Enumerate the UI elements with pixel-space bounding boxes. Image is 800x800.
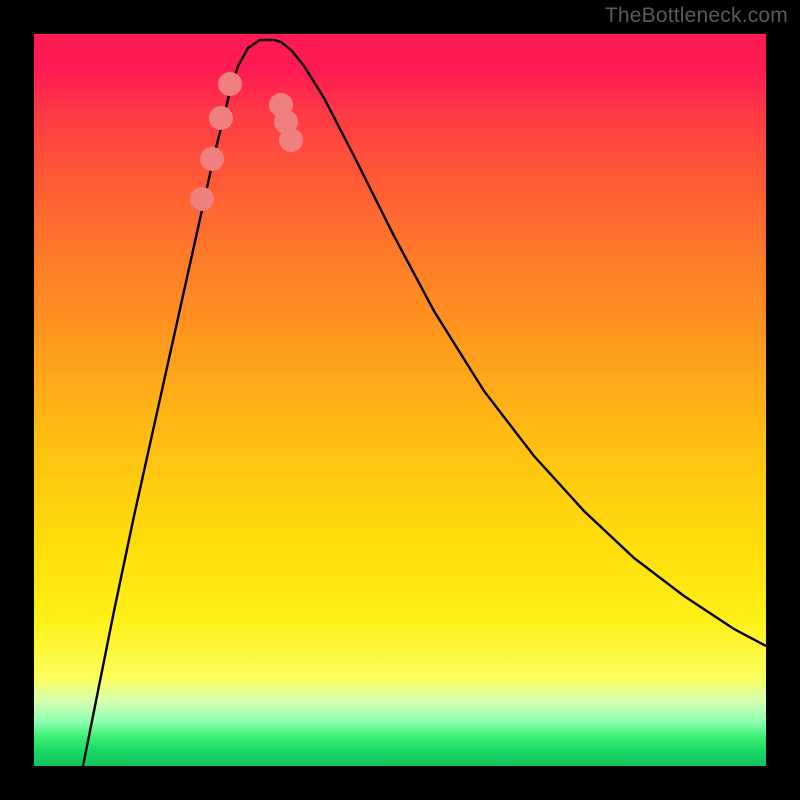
curve-markers <box>190 72 303 211</box>
curve-marker <box>200 147 224 171</box>
chart-svg <box>34 34 766 766</box>
curve-marker <box>209 106 233 130</box>
curve-marker <box>190 187 214 211</box>
curve-marker <box>279 128 303 152</box>
curve-marker <box>218 72 242 96</box>
chart-frame: TheBottleneck.com <box>0 0 800 800</box>
watermark-text: TheBottleneck.com <box>605 4 788 28</box>
curve-line <box>83 40 766 766</box>
plot-area <box>34 34 766 766</box>
